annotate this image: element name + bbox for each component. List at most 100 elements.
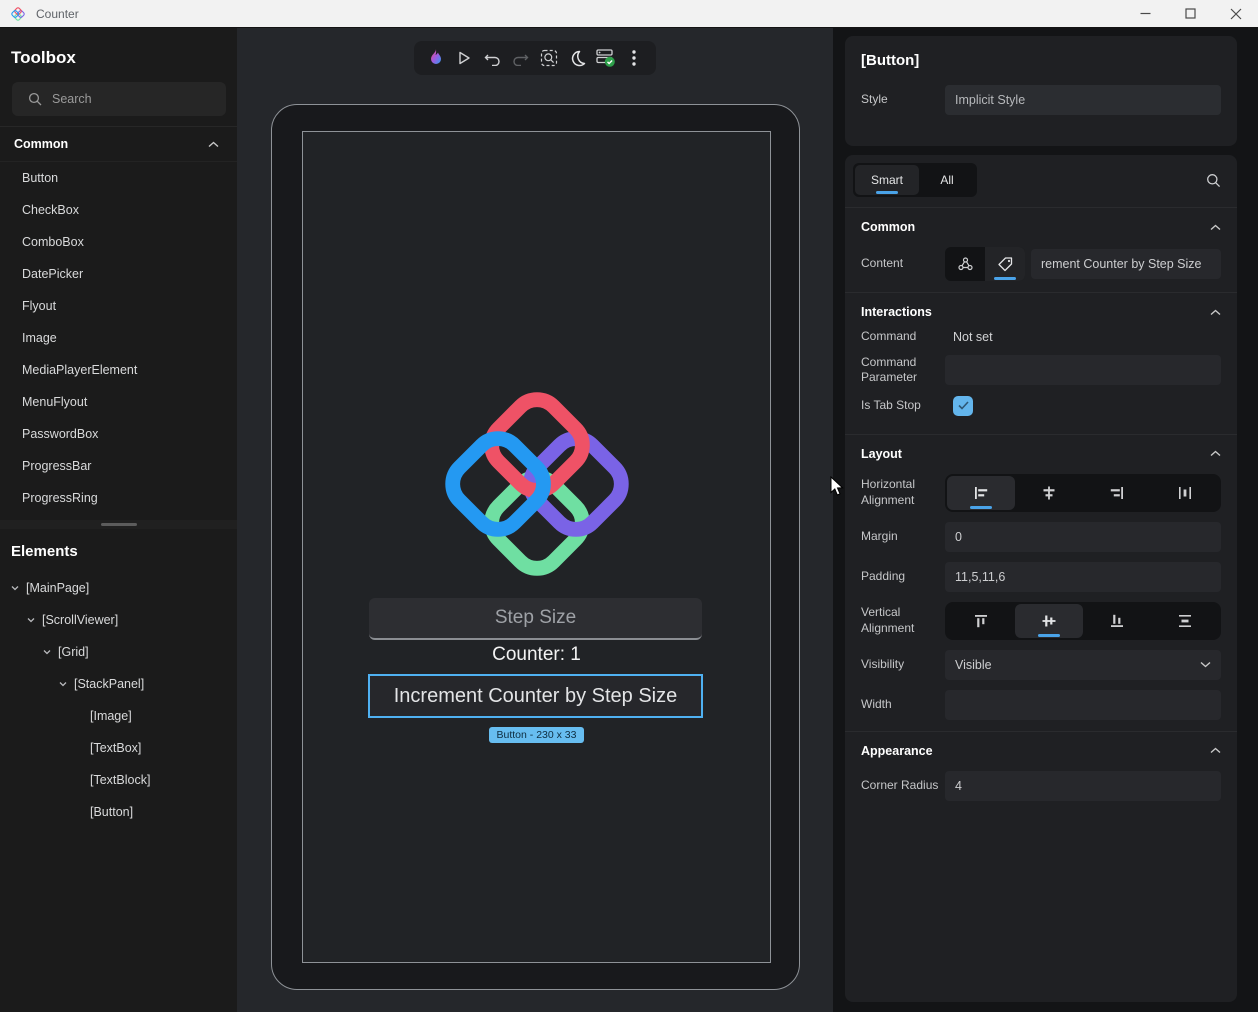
tree-node-label: [MainPage]	[26, 581, 90, 595]
more-kebab-icon[interactable]	[621, 44, 647, 72]
toolbox-item-flyout[interactable]: Flyout	[0, 290, 237, 322]
redo-icon[interactable]	[508, 44, 534, 72]
corner-radius-input[interactable]: 4	[945, 770, 1221, 801]
toolbox-item-progressbar[interactable]: ProgressBar	[0, 450, 237, 482]
content-label: Content	[861, 256, 904, 271]
vertical-alignment-group	[945, 601, 1221, 640]
toolbox-item-datepicker[interactable]: DatePicker	[0, 258, 237, 290]
status-check-icon[interactable]	[593, 44, 619, 72]
command-label: Command	[861, 329, 917, 343]
increment-button[interactable]: Increment Counter by Step Size	[368, 674, 703, 718]
tree-node-label: [Grid]	[58, 645, 89, 659]
style-input[interactable]: Implicit Style	[945, 85, 1221, 115]
properties-panel: [Button] Style Implicit Style Smart All …	[833, 28, 1258, 1012]
toolbox-item-progressring[interactable]: ProgressRing	[0, 482, 237, 514]
binding-icon[interactable]	[945, 247, 985, 281]
margin-label: Margin	[861, 528, 898, 543]
chevron-down-icon[interactable]	[58, 679, 68, 689]
toolbox-section-common[interactable]: Common	[0, 126, 237, 162]
device-screen[interactable]: Step Size Counter: 1 Increment Counter b…	[302, 131, 771, 963]
chevron-down-icon[interactable]	[10, 583, 20, 593]
selection-size-badge: Button - 230 x 33	[488, 727, 585, 743]
tree-node-stackpanel[interactable]: [StackPanel]	[0, 668, 237, 700]
toolbox-item-combobox[interactable]: ComboBox	[0, 226, 237, 258]
chevron-down-icon[interactable]	[42, 647, 52, 657]
stretch-horizontal-icon[interactable]	[1151, 476, 1219, 510]
tree-node-textblock[interactable]: [TextBlock]	[0, 764, 237, 796]
search-input[interactable]	[52, 92, 216, 106]
visibility-select[interactable]: Visible	[945, 649, 1221, 680]
align-left-icon[interactable]	[947, 475, 1015, 510]
play-icon[interactable]	[451, 44, 477, 72]
properties-card: Smart All Common Content rement Counter …	[845, 155, 1237, 1002]
app-logo-icon	[10, 6, 26, 21]
panel-splitter[interactable]	[0, 520, 237, 529]
tree-node-mainpage[interactable]: [MainPage]	[0, 572, 237, 604]
tree-node-button[interactable]: [Button]	[0, 796, 237, 828]
command-parameter-input[interactable]	[945, 355, 1221, 386]
toolbox-title: Toolbox	[11, 48, 76, 67]
section-layout[interactable]: Layout	[845, 435, 1237, 469]
maximize-button[interactable]	[1168, 0, 1213, 27]
toolbox-item-menuflyout[interactable]: MenuFlyout	[0, 386, 237, 418]
command-value[interactable]: Not set	[945, 330, 993, 344]
margin-input[interactable]: 0	[945, 521, 1221, 552]
design-canvas[interactable]: Step Size Counter: 1 Increment Counter b…	[237, 28, 844, 1012]
counter-textblock[interactable]: Counter: 1	[303, 644, 770, 666]
align-bottom-icon[interactable]	[1083, 604, 1151, 638]
section-common[interactable]: Common	[845, 208, 1237, 242]
tab-all[interactable]: All	[919, 165, 975, 195]
window-title: Counter	[36, 6, 79, 21]
align-right-icon[interactable]	[1083, 476, 1151, 510]
step-size-textbox[interactable]: Step Size	[369, 598, 702, 640]
toolbox-item-mediaplayerelement[interactable]: MediaPlayerElement	[0, 354, 237, 386]
width-input[interactable]	[945, 689, 1221, 720]
chevron-up-icon	[1210, 747, 1221, 754]
padding-input[interactable]: 11,5,11,6	[945, 561, 1221, 592]
tree-node-image[interactable]: [Image]	[0, 700, 237, 732]
zoom-selection-icon[interactable]	[536, 44, 562, 72]
tree-node-label: [Button]	[90, 805, 134, 819]
close-button[interactable]	[1213, 0, 1258, 27]
theme-moon-icon[interactable]	[564, 44, 590, 72]
tree-node-label: [ScrollViewer]	[42, 613, 119, 627]
section-common-title: Common	[861, 220, 916, 234]
section-label: Common	[14, 137, 69, 151]
app-logo-image[interactable]	[428, 375, 646, 593]
tree-node-label: [StackPanel]	[74, 677, 145, 691]
vertical-alignment-label: Vertical Alignment	[861, 605, 915, 635]
elements-title: Elements	[11, 543, 78, 560]
align-center-horizontal-icon[interactable]	[1015, 476, 1083, 510]
content-input[interactable]: rement Counter by Step Size	[1031, 249, 1221, 279]
is-tab-stop-checkbox[interactable]	[953, 395, 973, 416]
tab-smart[interactable]: Smart	[855, 165, 920, 195]
search-icon	[28, 92, 42, 106]
toolbox-item-button[interactable]: Button	[0, 162, 237, 194]
selected-element-card: [Button] Style Implicit Style	[845, 36, 1237, 146]
toolbox-search[interactable]	[12, 82, 226, 116]
undo-icon[interactable]	[480, 44, 506, 72]
align-center-vertical-icon[interactable]	[1015, 603, 1083, 638]
stretch-vertical-icon[interactable]	[1151, 604, 1219, 638]
toolbox-item-checkbox[interactable]: CheckBox	[0, 194, 237, 226]
chevron-down-icon[interactable]	[26, 615, 36, 625]
section-appearance-title: Appearance	[861, 743, 933, 758]
splitter-grip	[100, 523, 137, 526]
chevron-up-icon	[208, 141, 219, 147]
tree-node-grid[interactable]: [Grid]	[0, 636, 237, 668]
section-interactions-title: Interactions	[861, 305, 932, 319]
tree-node-textbox[interactable]: [TextBox]	[0, 732, 237, 764]
toolbox-item-passwordbox[interactable]: PasswordBox	[0, 418, 237, 450]
toolbox-item-image[interactable]: Image	[0, 322, 237, 354]
designer-toolbar	[414, 41, 656, 75]
literal-tag-icon[interactable]	[985, 247, 1025, 281]
chevron-up-icon	[1210, 224, 1221, 230]
align-top-icon[interactable]	[947, 604, 1015, 638]
corner-radius-label: Corner Radius	[861, 777, 939, 792]
hot-reload-flame-icon[interactable]	[423, 44, 449, 72]
minimize-button[interactable]	[1123, 0, 1168, 27]
properties-search-button[interactable]	[1206, 173, 1221, 188]
tree-node-scrollviewer[interactable]: [ScrollViewer]	[0, 604, 237, 636]
section-appearance[interactable]: Appearance	[845, 732, 1237, 766]
section-interactions[interactable]: Interactions	[845, 293, 1237, 327]
